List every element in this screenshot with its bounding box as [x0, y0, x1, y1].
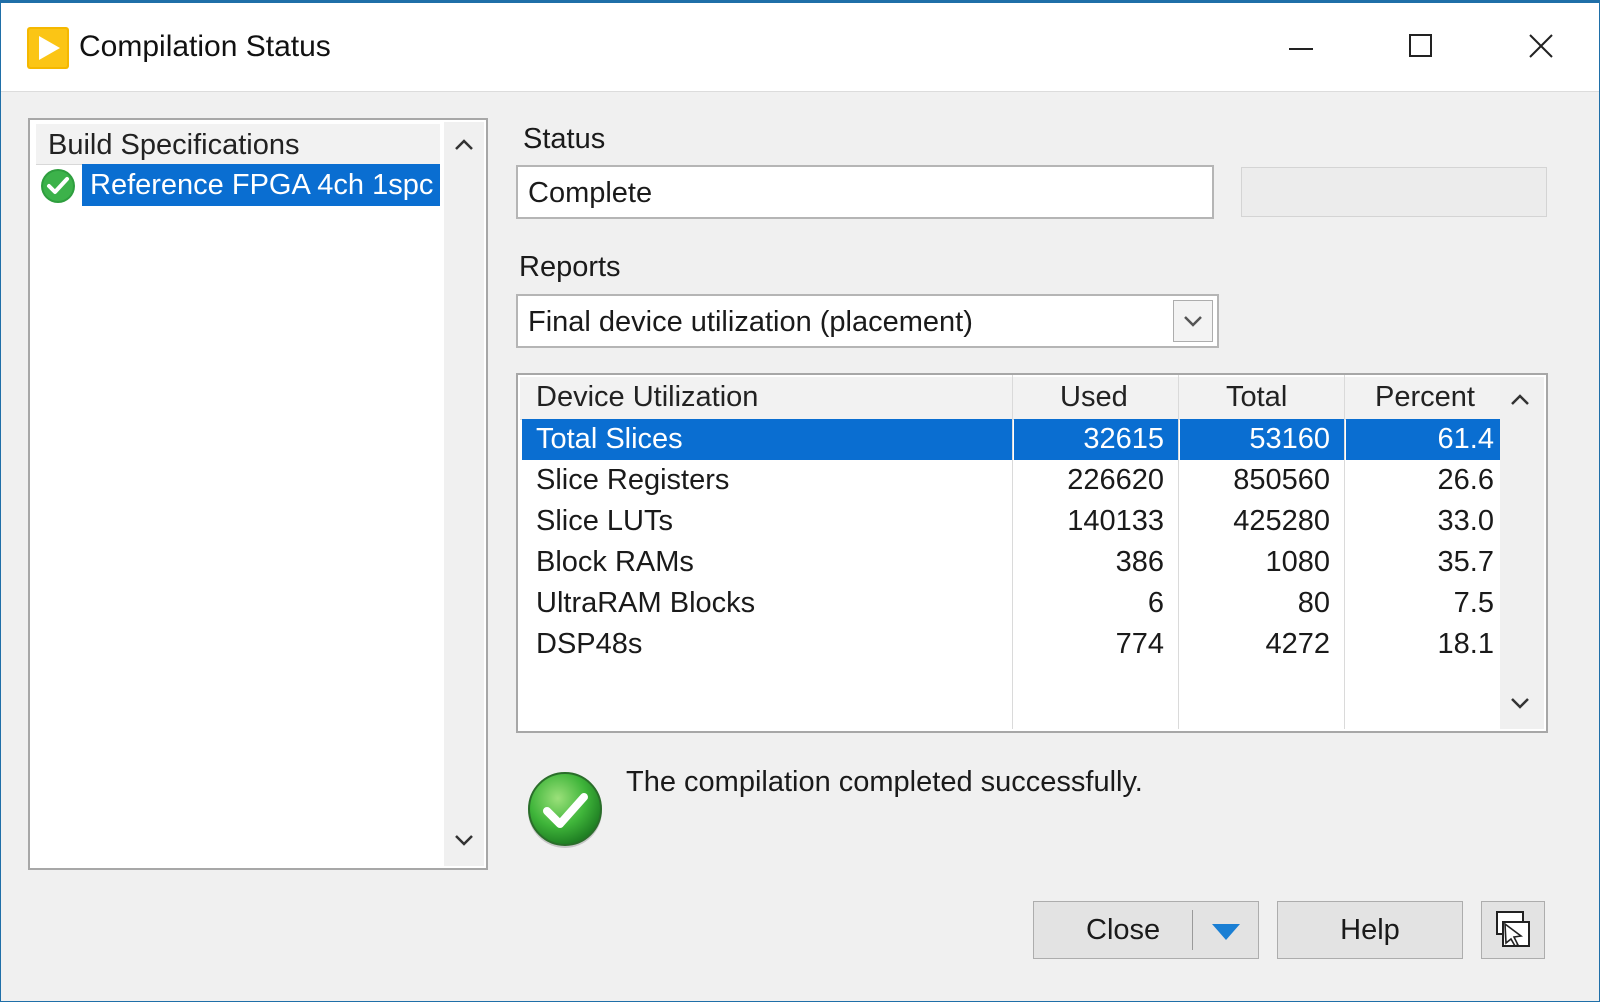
tree-header-label: Build Specifications	[48, 129, 300, 161]
close-window-button[interactable]	[1506, 17, 1576, 77]
locate-button[interactable]	[1481, 901, 1545, 959]
chevron-up-icon	[455, 139, 473, 150]
scroll-up-button[interactable]	[1500, 387, 1540, 417]
success-check-icon	[528, 772, 602, 848]
help-button-label: Help	[1340, 914, 1400, 946]
close-button[interactable]: Close	[1033, 901, 1259, 959]
status-value: Complete	[528, 177, 653, 209]
chevron-down-icon	[455, 835, 473, 846]
cell-percent: 26.6	[1437, 464, 1494, 496]
cell-name: UltraRAM Blocks	[536, 587, 756, 619]
table-row[interactable]: Total Slices 32615 53160 61.4	[520, 419, 1500, 460]
check-circle-icon	[41, 169, 75, 203]
cell-total: 850560	[1233, 464, 1330, 496]
cell-total: 1080	[1265, 546, 1330, 578]
chevron-up-icon	[1511, 394, 1529, 405]
close-icon	[1529, 34, 1553, 58]
table-row[interactable]: DSP48s 774 4272 18.1	[520, 624, 1500, 665]
close-button-label: Close	[1086, 914, 1161, 946]
dropdown-arrow-icon[interactable]	[1204, 916, 1248, 946]
column-header-used[interactable]: Used	[1060, 381, 1128, 414]
cell-percent: 18.1	[1437, 628, 1494, 660]
reports-selected-value: Final device utilization (placement)	[528, 306, 973, 338]
cell-used: 386	[1115, 546, 1164, 578]
tree-item-reference-fpga[interactable]: Reference FPGA 4ch 1spc	[38, 164, 442, 206]
maximize-button[interactable]	[1386, 17, 1456, 77]
cell-used: 226620	[1067, 464, 1164, 496]
cell-used: 774	[1115, 628, 1164, 660]
tree-item-label: Reference FPGA 4ch 1spc	[82, 164, 440, 206]
table-scrollbar[interactable]	[1500, 377, 1544, 729]
reports-label: Reports	[519, 251, 621, 283]
reports-dropdown-button[interactable]	[1173, 300, 1213, 342]
device-utilization-table[interactable]: Device Utilization Used Total Percent To…	[516, 373, 1548, 733]
cell-total: 53160	[1180, 419, 1344, 460]
help-button[interactable]: Help	[1277, 901, 1463, 959]
table-row[interactable]: Block RAMs 386 1080 35.7	[520, 542, 1500, 583]
chevron-down-icon	[1184, 316, 1202, 327]
cell-total: 4272	[1265, 628, 1330, 660]
scroll-up-button[interactable]	[444, 132, 484, 162]
status-label: Status	[523, 123, 606, 155]
column-header-device-utilization[interactable]: Device Utilization	[536, 381, 758, 414]
status-progress-area	[1241, 167, 1547, 217]
chevron-down-icon	[1511, 698, 1529, 709]
tree-scrollbar[interactable]	[444, 122, 484, 866]
cell-percent: 7.5	[1453, 587, 1494, 619]
split-divider	[1192, 910, 1193, 950]
cell-name: Total Slices	[522, 419, 1012, 460]
tree-header[interactable]: Build Specifications	[36, 124, 440, 165]
cell-percent: 61.4	[1346, 419, 1500, 460]
cell-name: Block RAMs	[536, 546, 694, 578]
build-specifications-tree[interactable]: Build Specifications Reference FPGA 4ch …	[28, 118, 488, 870]
cell-name: Slice LUTs	[536, 505, 673, 537]
title-bar: Compilation Status	[1, 3, 1599, 92]
column-header-percent[interactable]: Percent	[1375, 381, 1475, 414]
reports-dropdown[interactable]: Final device utilization (placement)	[516, 294, 1219, 348]
table-header: Device Utilization Used Total Percent	[520, 377, 1500, 420]
scroll-down-button[interactable]	[1500, 691, 1540, 721]
scroll-down-button[interactable]	[444, 828, 484, 858]
cell-name: Slice Registers	[536, 464, 730, 496]
success-message: The compilation completed successfully.	[626, 766, 1143, 798]
compilation-status-window: Compilation Status Build Specifications …	[0, 0, 1600, 1002]
maximize-icon	[1409, 34, 1432, 57]
cell-percent: 33.0	[1437, 505, 1494, 537]
status-field: Complete	[516, 165, 1214, 219]
cell-total: 80	[1297, 587, 1330, 619]
table-row[interactable]: Slice Registers 226620 850560 26.6	[520, 460, 1500, 501]
cell-name: DSP48s	[536, 628, 643, 660]
minimize-button[interactable]	[1266, 17, 1336, 77]
locate-window-icon	[1496, 911, 1530, 947]
table-row[interactable]: UltraRAM Blocks 6 80 7.5	[520, 583, 1500, 624]
column-header-total[interactable]: Total	[1226, 381, 1287, 414]
cell-total: 425280	[1233, 505, 1330, 537]
cell-used: 6	[1147, 587, 1164, 619]
window-title: Compilation Status	[79, 30, 331, 63]
minimize-icon	[1289, 48, 1313, 50]
cell-percent: 35.7	[1437, 546, 1494, 578]
table-row[interactable]: Slice LUTs 140133 425280 33.0	[520, 501, 1500, 542]
cell-used: 140133	[1067, 505, 1164, 537]
cell-used: 32615	[1014, 419, 1178, 460]
labview-app-icon	[27, 27, 69, 69]
